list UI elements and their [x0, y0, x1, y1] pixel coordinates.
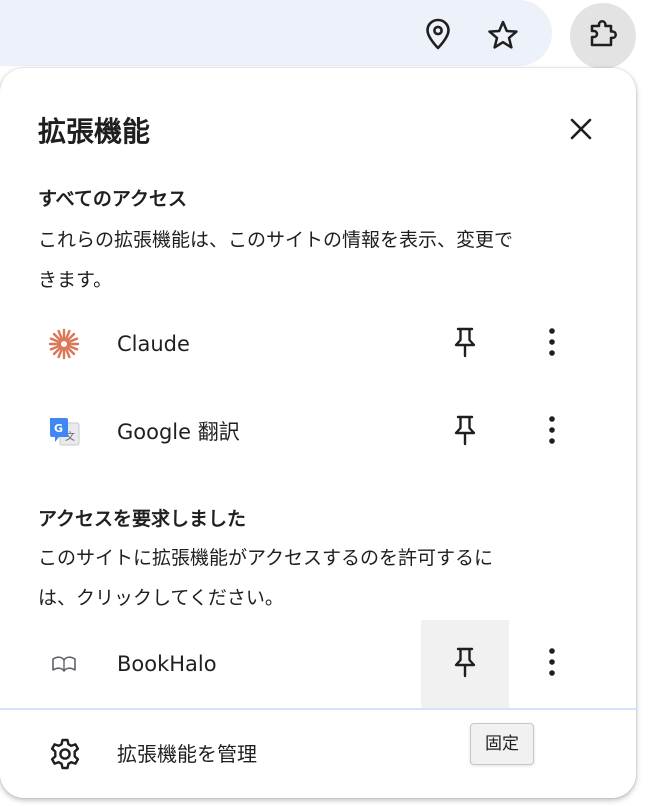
close-button[interactable] [560, 110, 602, 152]
extensions-menu-button[interactable] [570, 3, 636, 69]
pin-button[interactable] [421, 620, 509, 708]
star-icon[interactable] [484, 16, 522, 54]
pin-icon [452, 646, 478, 682]
puzzle-extensions-icon [587, 18, 619, 54]
background-page-fragment [638, 186, 648, 222]
extension-name: Google 翻訳 [117, 420, 240, 444]
more-options-button[interactable] [530, 410, 574, 454]
pin-tooltip: 固定 [470, 723, 534, 765]
full-access-description-line: きます。 [38, 269, 113, 291]
more-options-button[interactable] [530, 642, 574, 686]
address-bar[interactable] [0, 0, 552, 66]
more-vert-icon [548, 415, 556, 449]
manage-extensions-label: 拡張機能を管理 [117, 742, 257, 766]
close-icon [570, 118, 592, 144]
manage-extensions-button[interactable]: 拡張機能を管理 [0, 710, 636, 798]
browser-window: 拡張機能 すべてのアクセス これらの拡張機能は、このサイトの情報を表示、変更で … [0, 0, 648, 806]
extension-row-claude[interactable]: Claude [0, 300, 636, 388]
extension-row-google-translate[interactable]: 文 G Google 翻訳 [0, 388, 636, 476]
google-translate-icon: 文 G [44, 412, 84, 452]
location-pin-icon[interactable] [420, 16, 456, 52]
requested-access-heading: アクセスを要求しました [38, 508, 247, 530]
full-access-description-line: これらの拡張機能は、このサイトの情報を表示、変更で [38, 229, 514, 251]
full-access-description: これらの拡張機能は、このサイトの情報を表示、変更で きます。 [38, 220, 598, 300]
pin-icon [452, 414, 478, 450]
popup-title: 拡張機能 [38, 115, 151, 148]
extensions-popup: 拡張機能 すべてのアクセス これらの拡張機能は、このサイトの情報を表示、変更で … [0, 68, 636, 798]
pin-button[interactable] [421, 300, 509, 388]
requested-access-description: このサイトに拡張機能がアクセスするのを許可するに は、クリックしてください。 [38, 538, 598, 618]
requested-access-description-line: は、クリックしてください。 [38, 587, 284, 609]
pin-button[interactable] [421, 388, 509, 476]
extension-row-bookhalo[interactable]: BookHalo [0, 620, 636, 708]
full-access-heading: すべてのアクセス [38, 188, 187, 210]
extension-name: Claude [117, 332, 190, 356]
more-options-button[interactable] [530, 322, 574, 366]
book-icon [44, 644, 84, 684]
extension-name: BookHalo [117, 652, 217, 676]
more-vert-icon [548, 647, 556, 681]
claude-logo-icon [44, 324, 84, 364]
requested-access-description-line: このサイトに拡張機能がアクセスするのを許可するに [38, 547, 494, 569]
pin-icon [452, 326, 478, 362]
more-vert-icon [548, 327, 556, 361]
gear-icon [46, 735, 84, 773]
svg-text:G: G [54, 422, 63, 435]
